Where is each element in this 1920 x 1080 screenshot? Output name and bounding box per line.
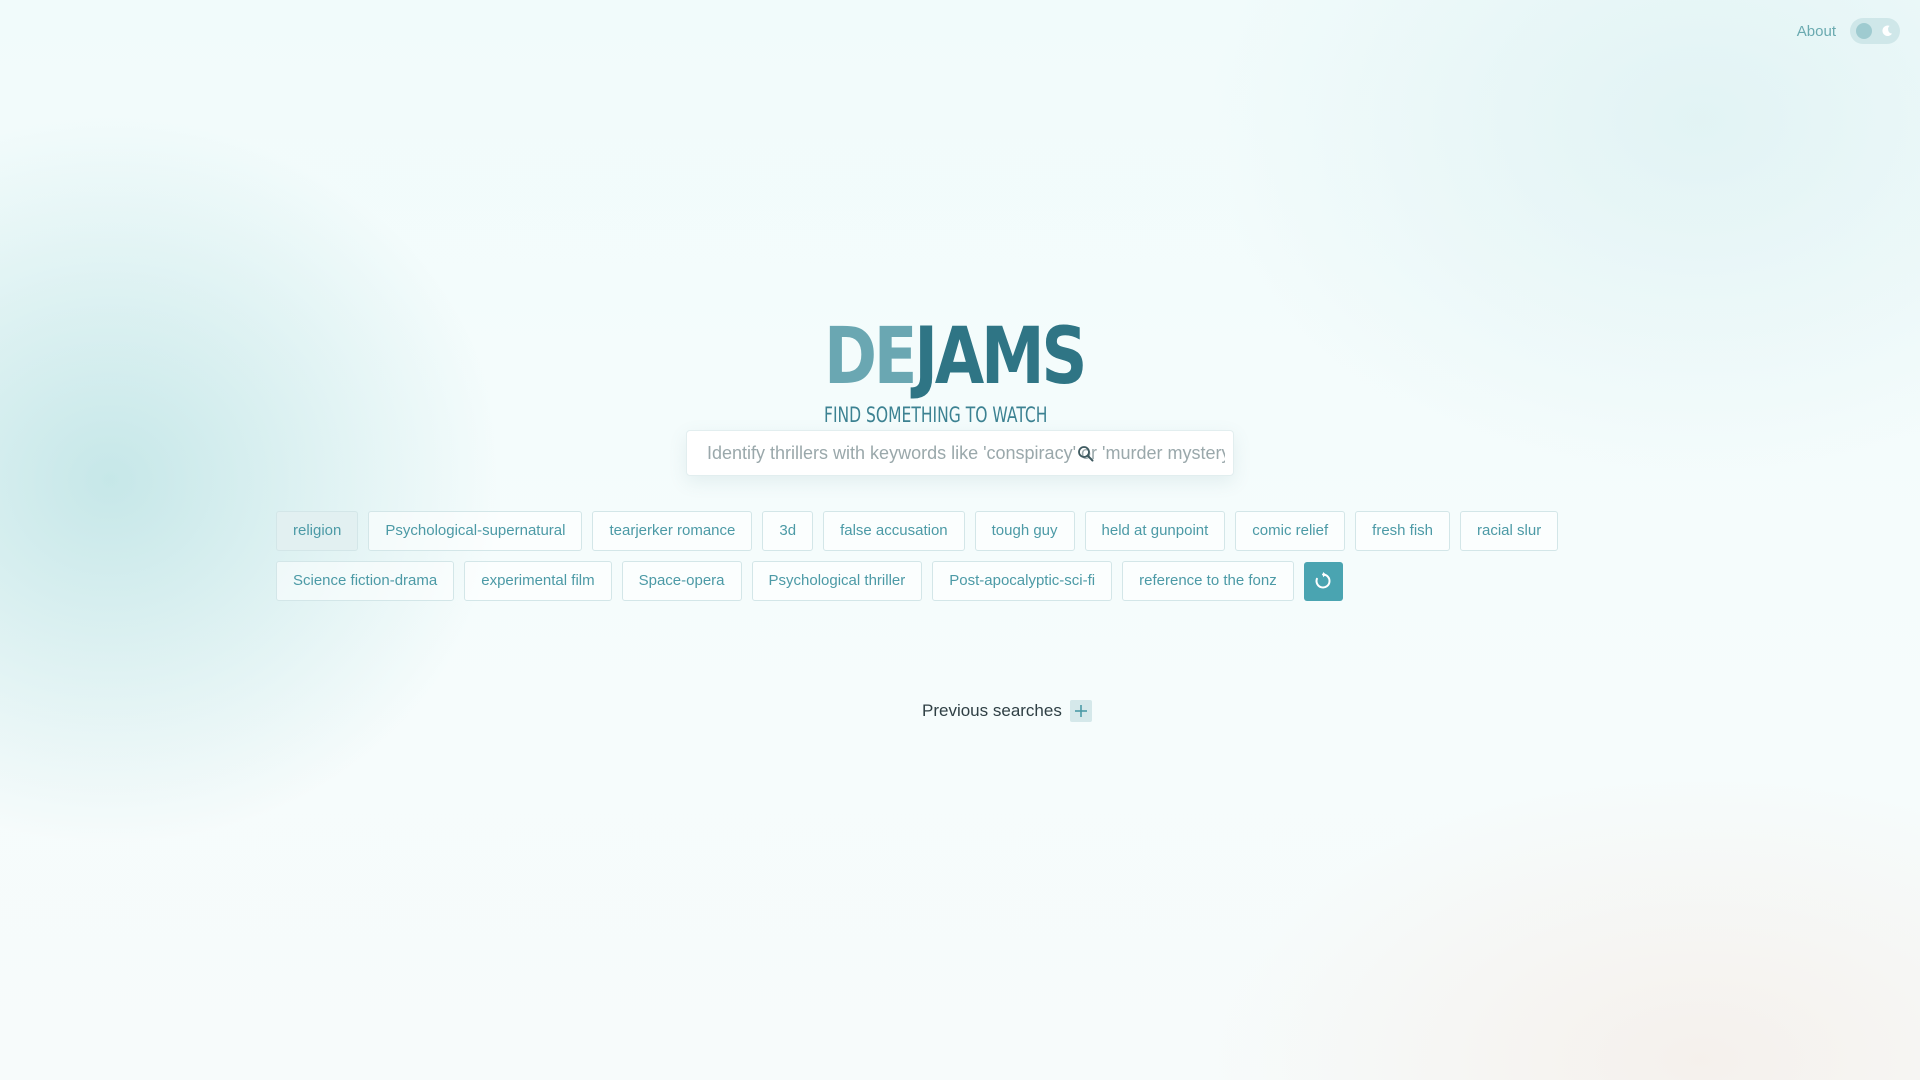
refresh-tags-button[interactable] xyxy=(1303,561,1343,601)
tag-row-2: Science fiction-drama experimental film … xyxy=(276,561,1566,601)
tag[interactable]: religion xyxy=(276,511,359,551)
tag[interactable]: Post-apocalyptic-sci-fi xyxy=(932,561,1113,601)
theme-toggle[interactable] xyxy=(1850,18,1900,44)
logo-word-part2: JAMS xyxy=(914,312,1087,402)
toggle-knob xyxy=(1856,23,1872,39)
top-nav: About xyxy=(1797,18,1900,44)
tag[interactable]: racial slur xyxy=(1460,511,1559,551)
moon-icon xyxy=(1882,25,1893,37)
suggestion-tags: religion Psychological-supernatural tear… xyxy=(276,511,1566,611)
logo-word-part1: DE xyxy=(824,312,918,402)
tag[interactable]: tearjerker romance xyxy=(592,511,753,551)
expand-previous-searches-button[interactable] xyxy=(1069,700,1092,722)
about-link[interactable]: About xyxy=(1797,23,1836,40)
logo-wordmark: DEJAMS xyxy=(824,318,1087,396)
refresh-icon xyxy=(1315,572,1331,589)
plus-icon xyxy=(1074,705,1087,717)
tag[interactable]: held at gunpoint xyxy=(1084,511,1226,551)
tag[interactable]: Science fiction-drama xyxy=(276,561,455,601)
tag[interactable]: fresh fish xyxy=(1355,511,1451,551)
tag[interactable]: reference to the fonz xyxy=(1122,561,1294,601)
tag[interactable]: Psychological-supernatural xyxy=(368,511,583,551)
tag[interactable]: comic relief xyxy=(1235,511,1346,551)
search-input[interactable] xyxy=(687,431,1233,475)
tag[interactable]: 3d xyxy=(762,511,814,551)
previous-searches: Previous searches xyxy=(922,700,1092,722)
tag[interactable]: tough guy xyxy=(974,511,1075,551)
search-box xyxy=(686,430,1234,476)
tag-row-1: religion Psychological-supernatural tear… xyxy=(276,511,1566,551)
tag[interactable]: false accusation xyxy=(823,511,965,551)
tag[interactable]: Psychological thriller xyxy=(751,561,923,601)
previous-searches-label: Previous searches xyxy=(922,701,1062,720)
logo-tagline: FIND SOMETHING TO WATCH xyxy=(824,403,1048,427)
tag[interactable]: Space-opera xyxy=(621,561,742,601)
logo: DEJAMS FIND SOMETHING TO WATCH xyxy=(824,318,1087,427)
tag[interactable]: experimental film xyxy=(464,561,612,601)
